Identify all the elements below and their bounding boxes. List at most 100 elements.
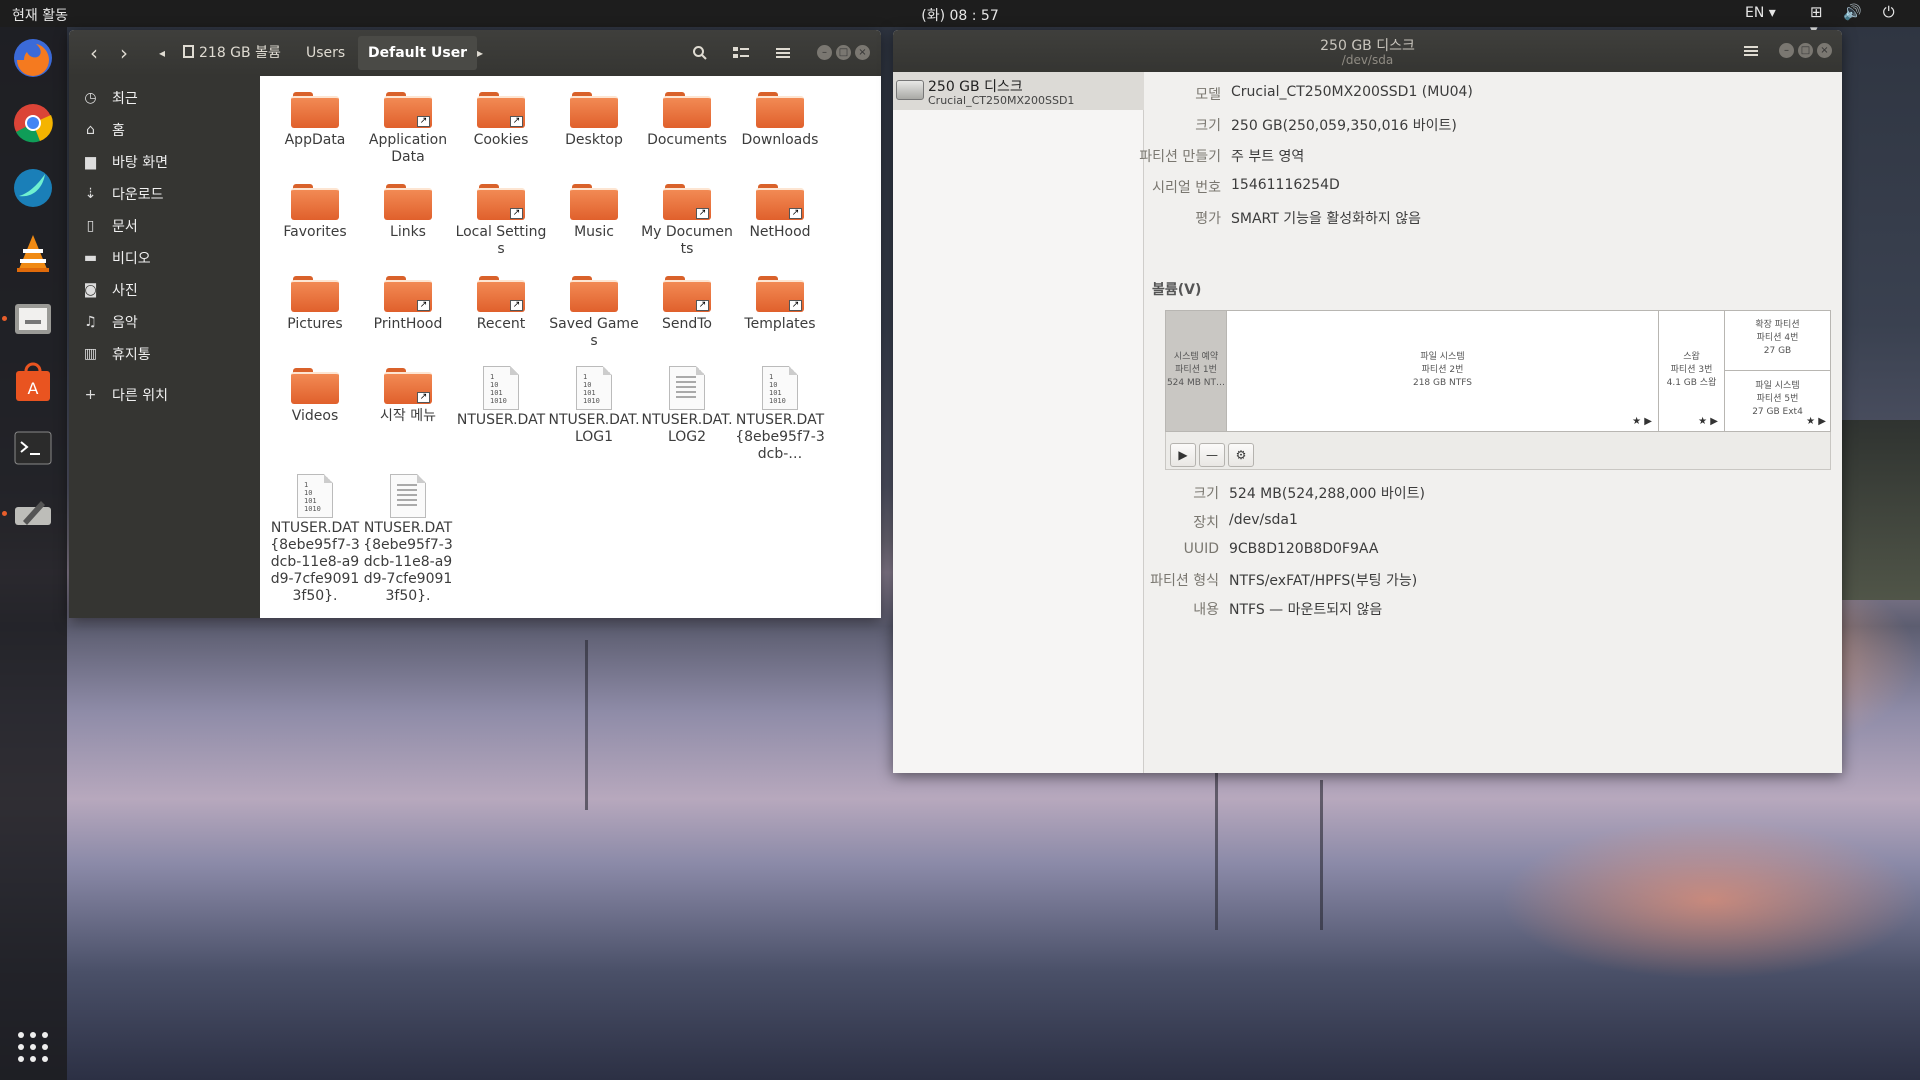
file-name: NTUSER.DAT{8ebe95f7-3dcb-11e8-a9d9-7cfe9… (363, 520, 453, 604)
close-button[interactable]: × (855, 45, 870, 60)
delete-partition-button[interactable]: — (1199, 443, 1225, 467)
sidebar-item-download[interactable]: ⇣ 다운로드 (69, 180, 260, 208)
partition-label: 확장 파티션 파티션 4번 27 GB (1755, 320, 1800, 356)
binary-file-icon: 1 10 101 1010 (297, 474, 333, 518)
disk-menu-button[interactable] (1734, 38, 1768, 64)
file-item[interactable]: 1 10 101 1010 NTUSER.DAT{8ebe95f7-3dcb-11… (269, 474, 361, 605)
breadcrumb-users[interactable]: Users (296, 36, 355, 70)
file-item[interactable]: 1 10 101 1010 NTUSER.DAT{8ebe95f7-3dcb-… (734, 366, 826, 463)
disks-icon[interactable] (10, 490, 56, 536)
file-name: Favorites (283, 224, 347, 240)
path-left-button[interactable]: ◂ (153, 38, 171, 68)
music-icon: ♫ (84, 314, 97, 330)
software-center-icon[interactable]: A (10, 360, 56, 406)
sidebar-item-trash[interactable]: ▥ 휴지통 (69, 340, 260, 368)
folder-icon (291, 90, 339, 130)
folder-link-icon: ↗ (477, 182, 525, 222)
folder-item[interactable]: ↗ Cookies (455, 90, 547, 149)
partition-3[interactable]: 스왑 파티션 3번 4.1 GB 스왑 ★ ▶ (1659, 311, 1725, 431)
folder-item[interactable]: Music (548, 182, 640, 241)
breadcrumb-label: Default User (368, 45, 468, 61)
sidebar-item-home[interactable]: ⌂ 홈 (69, 116, 260, 144)
folder-item[interactable]: ↗ PrintHood (362, 274, 454, 333)
show-applications-icon[interactable] (10, 1024, 56, 1070)
info-value: 9CB8D120B8D0F9AA (1229, 541, 1379, 557)
folder-item[interactable]: ↗ SendTo (641, 274, 733, 333)
path-right-button[interactable]: ▸ (471, 38, 489, 68)
disk-name: 250 GB 디스크 (928, 79, 1023, 95)
info-value: 주 부트 영역 (1231, 149, 1305, 165)
hamburger-icon (776, 48, 790, 58)
file-name: 시작 메뉴 (380, 408, 436, 424)
sidebar-item-plus[interactable]: + 다른 위치 (69, 381, 260, 409)
menu-button[interactable] (766, 38, 800, 68)
disk-list-item[interactable]: 250 GB 디스크 Crucial_CT250MX200SSD1 (893, 72, 1144, 110)
file-name: NTUSER.DAT.LOG2 (641, 412, 733, 445)
folder-item[interactable]: AppData (269, 90, 361, 149)
folder-item[interactable]: Pictures (269, 274, 361, 333)
file-item[interactable]: NTUSER.DAT{8ebe95f7-3dcb-11e8-a9d9-7cfe9… (362, 474, 454, 605)
file-name: Downloads (741, 132, 819, 148)
folder-item[interactable]: Documents (641, 90, 733, 149)
maximize-button[interactable]: □ (1798, 43, 1813, 58)
terminal-icon[interactable] (10, 425, 56, 471)
breadcrumb-default-user[interactable]: Default User (358, 36, 478, 70)
folder-item[interactable]: Saved Games (548, 274, 640, 350)
partition-map: 시스템 예약 파티션 1번 524 MB NT… 파일 시스템 파티션 2번 2… (1165, 310, 1831, 432)
folder-link-icon: ↗ (384, 366, 432, 406)
folder-item[interactable]: ↗ Local Settings (455, 182, 547, 258)
info-key: 파티션 만들기 (1139, 149, 1221, 165)
sidebar-item-document[interactable]: ▯ 문서 (69, 212, 260, 240)
folder-item[interactable]: Desktop (548, 90, 640, 149)
view-toggle-button[interactable] (724, 38, 758, 68)
folder-item[interactable]: Downloads (734, 90, 826, 149)
maximize-button[interactable]: □ (836, 45, 851, 60)
partition-4-extended[interactable]: 확장 파티션 파티션 4번 27 GB (1725, 311, 1830, 371)
folder-link-icon: ↗ (384, 90, 432, 130)
file-item[interactable]: 1 10 101 1010 NTUSER.DAT (455, 366, 547, 429)
file-name: Links (390, 224, 426, 240)
clock[interactable]: (화) 08 : 57 (0, 5, 1920, 25)
back-button[interactable]: ‹ (79, 38, 109, 68)
info-value: NTFS/exFAT/HPFS(부팅 가능) (1229, 573, 1418, 589)
partition-options-button[interactable]: ⚙ (1228, 443, 1254, 467)
sidebar-item-camera[interactable]: ◙ 사진 (69, 276, 260, 304)
plus-icon: + (84, 387, 97, 403)
language-indicator[interactable]: EN ▾ (1745, 5, 1776, 21)
file-item[interactable]: NTUSER.DAT.LOG2 (641, 366, 733, 446)
running-indicator (2, 511, 7, 516)
folder-item[interactable]: ↗ Recent (455, 274, 547, 333)
chrome-icon[interactable] (10, 100, 56, 146)
mount-button[interactable]: ▶ (1170, 443, 1196, 467)
folder-item[interactable]: Links (362, 182, 454, 241)
partition-1[interactable]: 시스템 예약 파티션 1번 524 MB NT… (1166, 311, 1227, 431)
close-button[interactable]: × (1817, 43, 1832, 58)
folder-item[interactable]: ↗ Application Data (362, 90, 454, 166)
window-subtitle: /dev/sda (1341, 53, 1394, 67)
files-icon[interactable] (10, 295, 56, 341)
folder-item[interactable]: ↗ My Documents (641, 182, 733, 258)
sidebar-item-clock[interactable]: ◷ 최근 (69, 84, 260, 112)
folder-item[interactable]: ↗ NetHood (734, 182, 826, 241)
sidebar-item-video[interactable]: ▬ 비디오 (69, 244, 260, 272)
sidebar-item-folder[interactable]: ▆ 바탕 화면 (69, 148, 260, 176)
minimize-button[interactable]: – (817, 45, 832, 60)
folder-item[interactable]: Favorites (269, 182, 361, 241)
svg-text:A: A (28, 379, 39, 398)
files-headerbar: ‹ › ◂ 218 GB 볼륨 Users Default User ▸ – □… (69, 30, 881, 76)
partition-2[interactable]: 파일 시스템 파티션 2번 218 GB NTFS ★ ▶ (1227, 311, 1659, 431)
vlc-icon[interactable] (10, 230, 56, 276)
firefox-icon[interactable] (10, 35, 56, 81)
folder-item[interactable]: ↗ Templates (734, 274, 826, 333)
file-item[interactable]: 1 10 101 1010 NTUSER.DAT.LOG1 (548, 366, 640, 446)
folder-item[interactable]: ↗ 시작 메뉴 (362, 366, 454, 425)
info-value: SMART 기능을 활성화하지 않음 (1231, 211, 1421, 227)
minimize-button[interactable]: – (1779, 43, 1794, 58)
partition-5[interactable]: 파일 시스템 파티션 5번 27 GB Ext4 ★ ▶ (1725, 371, 1830, 431)
breadcrumb-volume[interactable]: 218 GB 볼륨 (173, 36, 291, 70)
search-button[interactable] (683, 38, 717, 68)
folder-item[interactable]: Videos (269, 366, 361, 425)
browser-icon[interactable] (10, 165, 56, 211)
sidebar-item-music[interactable]: ♫ 음악 (69, 308, 260, 336)
forward-button[interactable]: › (109, 38, 139, 68)
